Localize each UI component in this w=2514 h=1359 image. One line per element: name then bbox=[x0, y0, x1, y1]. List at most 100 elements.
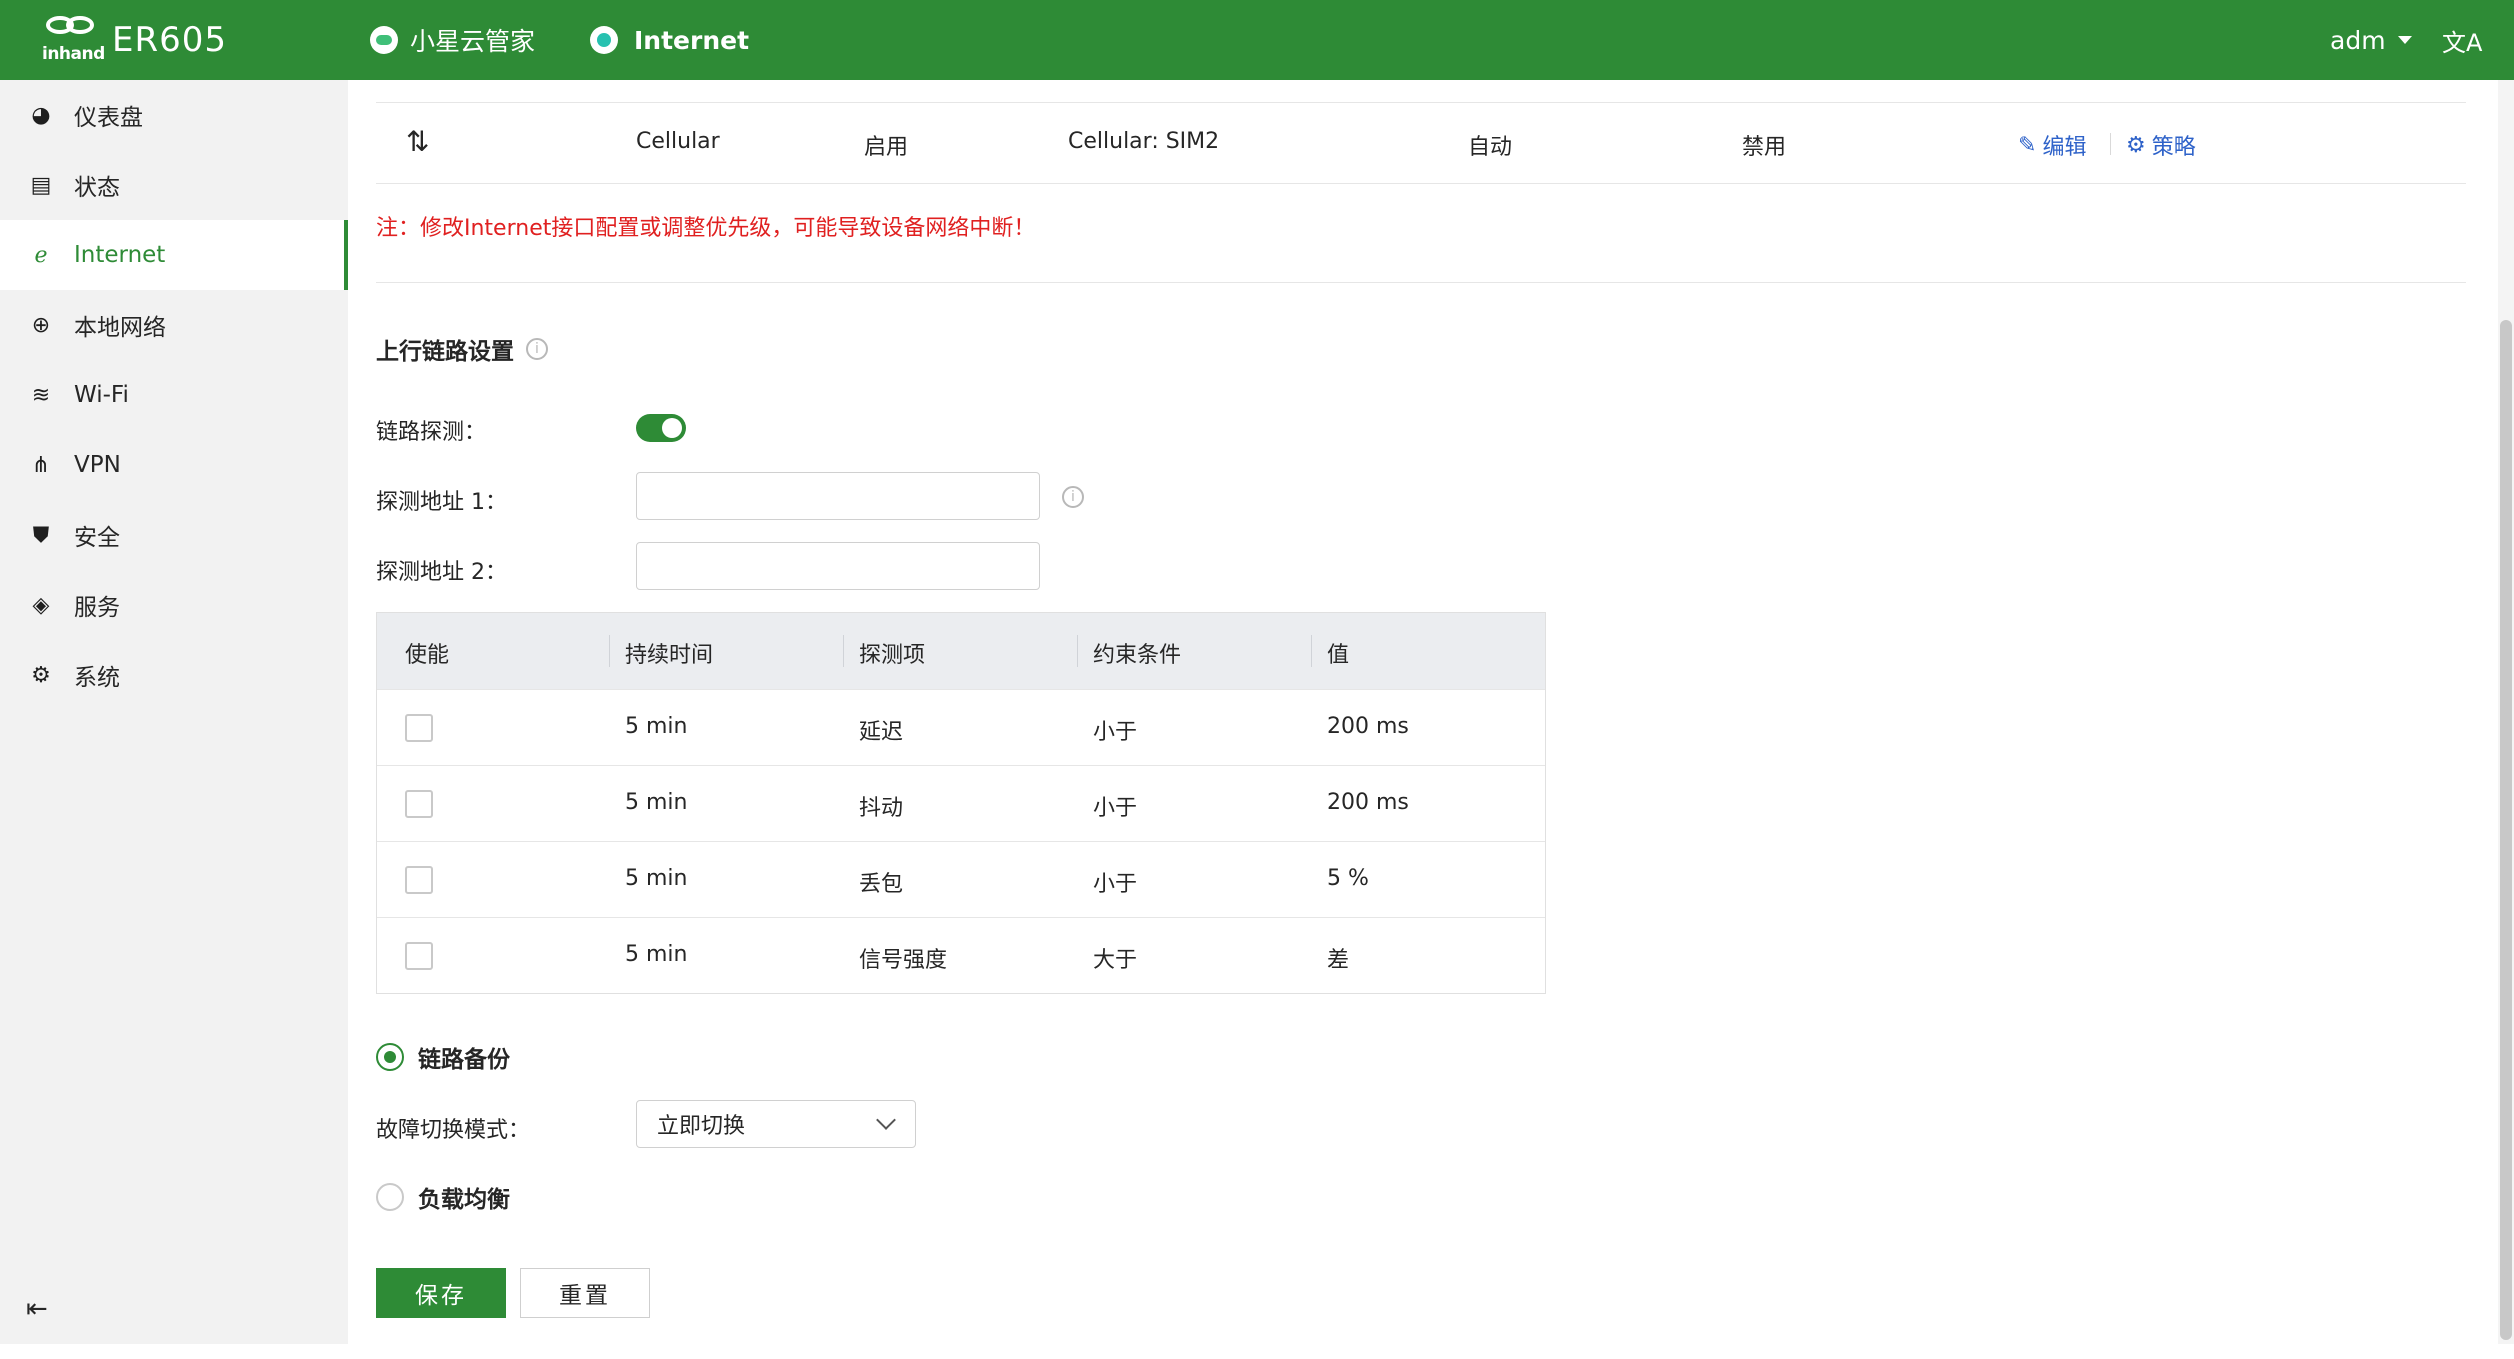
device-model: ER605 bbox=[112, 20, 228, 60]
link-backup-radio[interactable] bbox=[376, 1043, 404, 1071]
load-balance-radio[interactable] bbox=[376, 1183, 404, 1211]
dashboard-icon: ◕ bbox=[31, 102, 51, 128]
enable-checkbox[interactable] bbox=[405, 942, 433, 970]
gear-icon: ⚙ bbox=[2126, 132, 2146, 158]
sidebar-item-status[interactable]: ▤ 状态 bbox=[0, 150, 348, 220]
logo[interactable]: inhand ER605 bbox=[40, 10, 227, 70]
internet-status-dot-icon bbox=[590, 26, 618, 54]
duration-cell: 5 min bbox=[625, 714, 688, 739]
user-menu[interactable]: adm bbox=[2330, 20, 2412, 60]
cube-icon: ◈ bbox=[32, 592, 50, 618]
sidebar: ◕ 仪表盘 ▤ 状态 ℯ Internet ⊕ 本地网络 ≋ Wi-Fi ⋔ V… bbox=[0, 80, 348, 1344]
info-icon[interactable]: i bbox=[526, 338, 548, 360]
value-cell: 差 bbox=[1327, 948, 1350, 973]
table-header: 使能 持续时间 探测项 约束条件 值 bbox=[377, 613, 1545, 689]
interface-mode: 自动 bbox=[1468, 135, 1513, 160]
edit-label: 编辑 bbox=[2042, 135, 2087, 160]
column-divider bbox=[609, 635, 610, 667]
chevron-down-icon bbox=[876, 1110, 896, 1130]
duration-cell: 5 min bbox=[625, 866, 688, 891]
value-cell: 200 ms bbox=[1327, 790, 1409, 815]
column-header-condition: 约束条件 bbox=[1093, 643, 1182, 668]
sidebar-item-label: 安全 bbox=[74, 525, 120, 551]
probe-addr2-input[interactable] bbox=[636, 542, 1040, 590]
link-divider bbox=[2110, 133, 2111, 155]
probe-addr1-input[interactable] bbox=[636, 472, 1040, 520]
sidebar-item-security[interactable]: ⛊ 安全 bbox=[0, 500, 348, 570]
table-row: 5 min 抖动 小于 200 ms bbox=[377, 765, 1545, 841]
failover-mode-label: 故障切换模式： bbox=[376, 1118, 531, 1143]
language-switch[interactable]: 文A bbox=[2442, 20, 2482, 60]
translate-icon: 文A bbox=[2442, 28, 2483, 57]
brand-name: inhand bbox=[42, 44, 105, 64]
column-header-duration: 持续时间 bbox=[625, 643, 714, 668]
sidebar-item-internet[interactable]: ℯ Internet bbox=[0, 220, 348, 290]
inhand-logo-icon: inhand bbox=[40, 10, 105, 70]
sort-handle-icon[interactable]: ⇅ bbox=[406, 125, 429, 158]
caret-down-icon bbox=[2397, 36, 2412, 44]
probe-addr1-label: 探测地址 1： bbox=[376, 490, 507, 515]
status-icon: ▤ bbox=[30, 172, 52, 198]
top-header: inhand ER605 小星云管家 Internet adm 文A bbox=[0, 0, 2514, 80]
link-backup-label: 链路备份 bbox=[418, 1047, 510, 1073]
sidebar-item-label: 仪表盘 bbox=[74, 105, 143, 131]
sidebar-item-system[interactable]: ⚙ 系统 bbox=[0, 640, 348, 710]
internet-status-link[interactable]: Internet bbox=[590, 20, 749, 60]
enable-checkbox[interactable] bbox=[405, 866, 433, 894]
probe-item-cell: 丢包 bbox=[859, 872, 904, 897]
save-button[interactable]: 保存 bbox=[376, 1268, 506, 1318]
sidebar-item-vpn[interactable]: ⋔ VPN bbox=[0, 430, 348, 500]
interface-detail: Cellular: SIM2 bbox=[1068, 129, 1220, 154]
sidebar-item-label: VPN bbox=[74, 452, 121, 478]
sidebar-item-label: Wi-Fi bbox=[74, 382, 129, 408]
link-backup-option[interactable]: 链路备份 bbox=[376, 1040, 510, 1074]
sidebar-item-label: 系统 bbox=[74, 665, 120, 691]
load-balance-option[interactable]: 负载均衡 bbox=[376, 1180, 510, 1214]
link-probe-label: 链路探测： bbox=[376, 420, 487, 445]
column-divider bbox=[1077, 635, 1078, 667]
value-cell: 5 % bbox=[1327, 866, 1369, 891]
sidebar-item-dashboard[interactable]: ◕ 仪表盘 bbox=[0, 80, 348, 150]
sidebar-item-local-network[interactable]: ⊕ 本地网络 bbox=[0, 290, 348, 360]
failover-mode-select[interactable]: 立即切换 bbox=[636, 1100, 916, 1148]
internet-icon: ℯ bbox=[34, 242, 48, 268]
column-divider bbox=[843, 635, 844, 667]
condition-cell: 小于 bbox=[1093, 872, 1138, 897]
interface-name: Cellular bbox=[636, 129, 720, 154]
duration-cell: 5 min bbox=[625, 942, 688, 967]
policy-link[interactable]: ⚙ 策略 bbox=[2126, 129, 2196, 161]
enable-checkbox[interactable] bbox=[405, 790, 433, 818]
duration-cell: 5 min bbox=[625, 790, 688, 815]
edit-link[interactable]: ✎ 编辑 bbox=[2018, 129, 2086, 161]
sidebar-item-wifi[interactable]: ≋ Wi-Fi bbox=[0, 360, 348, 430]
interface-table-row: ⇅ Cellular 启用 Cellular: SIM2 自动 禁用 ✎ 编辑 … bbox=[376, 102, 2466, 184]
enable-checkbox[interactable] bbox=[405, 714, 433, 742]
uplink-title-text: 上行链路设置 bbox=[376, 339, 514, 365]
failover-mode-value: 立即切换 bbox=[657, 1114, 746, 1139]
interface-status: 启用 bbox=[864, 135, 909, 160]
reset-button[interactable]: 重置 bbox=[520, 1268, 650, 1318]
load-balance-label: 负载均衡 bbox=[418, 1187, 510, 1213]
column-header-enable: 使能 bbox=[405, 643, 450, 668]
sidebar-collapse-icon[interactable]: ⇤ bbox=[26, 1296, 56, 1322]
info-icon[interactable]: i bbox=[1062, 486, 1084, 508]
link-probe-toggle[interactable] bbox=[636, 414, 686, 442]
sidebar-item-services[interactable]: ◈ 服务 bbox=[0, 570, 348, 640]
column-divider bbox=[1311, 635, 1312, 667]
bottom-strip bbox=[0, 1344, 2514, 1359]
internet-status-label: Internet bbox=[634, 25, 750, 55]
table-row: 5 min 丢包 小于 5 % bbox=[377, 841, 1545, 917]
cloud-icon bbox=[370, 26, 398, 54]
table-row: 5 min 信号强度 大于 差 bbox=[377, 917, 1545, 993]
cloud-manager-link[interactable]: 小星云管家 bbox=[370, 20, 535, 60]
pencil-icon: ✎ bbox=[2018, 132, 2037, 158]
cloud-manager-label: 小星云管家 bbox=[410, 27, 536, 56]
value-cell: 200 ms bbox=[1327, 714, 1409, 739]
column-header-value: 值 bbox=[1327, 643, 1350, 668]
probe-item-cell: 延迟 bbox=[859, 720, 904, 745]
probe-addr2-label: 探测地址 2： bbox=[376, 560, 507, 585]
wifi-icon: ≋ bbox=[31, 382, 51, 408]
uplink-section-title: 上行链路设置 i bbox=[376, 332, 548, 366]
scrollbar-thumb[interactable] bbox=[2500, 320, 2512, 1340]
table-row: 5 min 延迟 小于 200 ms bbox=[377, 689, 1545, 765]
